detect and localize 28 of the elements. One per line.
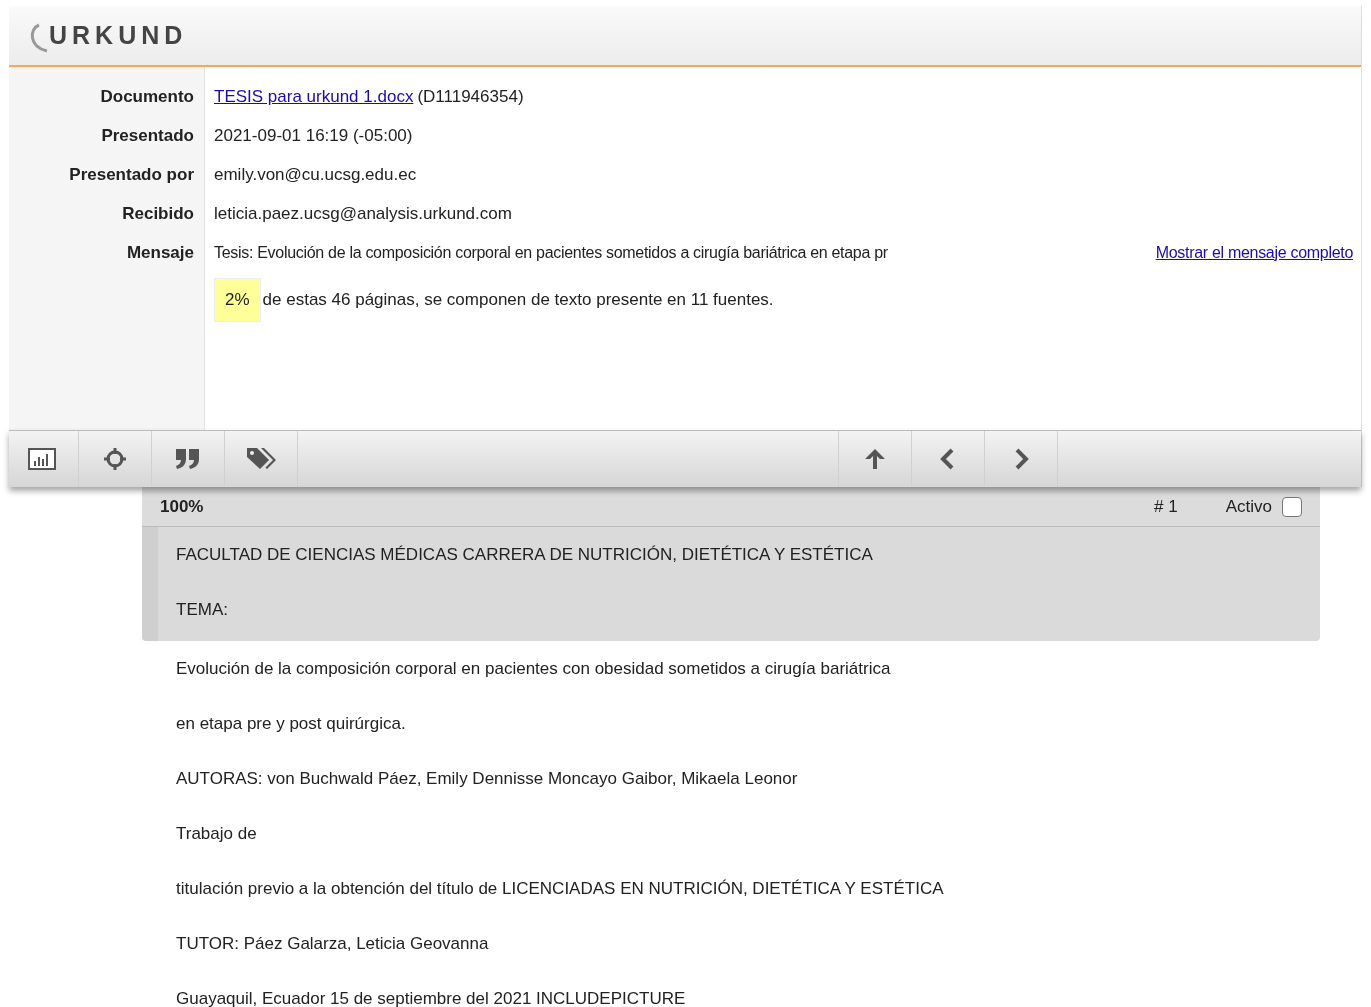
- field-value: emily.von@cu.ucsg.edu.ec: [214, 163, 417, 186]
- document-text: titulación previo a la obtención del título de LICENCIADAS EN NUTRICIÓN, DIETÉTICA Y ESTÉTICA: [176, 877, 944, 900]
- field-label: Documento: [100, 85, 194, 108]
- highlighted-text: TEMA:: [176, 598, 228, 621]
- active-label: Activo: [1225, 495, 1272, 518]
- document-text: Guayaquil, Ecuador 15 de septiembre del 2021 INCLUDEPICTURE: [176, 987, 686, 1007]
- match-number: # 1: [1154, 495, 1178, 518]
- zoom-level: 100%: [160, 495, 204, 518]
- field-value: 2021-09-01 16:19 (-05:00): [214, 124, 413, 147]
- document-link[interactable]: TESIS para urkund 1.docx: [214, 83, 414, 110]
- field-label: Presentado por: [69, 163, 194, 186]
- field-label: Presentado: [101, 124, 194, 147]
- show-message-link[interactable]: Mostrar el mensaje completo: [1155, 240, 1353, 265]
- document-text: Trabajo de: [176, 822, 257, 845]
- field-value: leticia.paez.ucsg@analysis.urkund.com: [214, 202, 512, 225]
- logo-text: URKUND: [49, 22, 188, 48]
- document-text: Evolución de la composición corporal en pacientes con obesidad sometidos a cirugía bariátrica: [176, 657, 891, 680]
- document-text: en etapa pre y post quirúrgica.: [176, 712, 406, 735]
- document-text: TUTOR: Páez Galarza, Leticia Geovanna: [176, 932, 489, 955]
- field-label: Recibido: [122, 202, 194, 225]
- document-id: (D111946354): [417, 85, 524, 108]
- summary-text: de estas 46 páginas, se componen de texto presente en 11 fuentes.: [262, 289, 774, 311]
- field-label: Mensaje: [126, 241, 194, 264]
- message-text: Tesis: Evolución de la composición corporal en pacientes sometidos a cirugía bariátrica en etapa pr: [214, 242, 888, 263]
- percentage-badge: 2%: [214, 278, 261, 322]
- active-checkbox[interactable]: [1282, 496, 1302, 517]
- document-text: AUTORAS: von Buchwald Páez, Emily Dennisse Moncayo Gaibor, Mikaela Leonor: [176, 767, 798, 790]
- highlighted-text: FACULTAD DE CIENCIAS MÉDICAS CARRERA DE NUTRICIÓN, DIETÉTICA Y ESTÉTICA: [176, 543, 873, 566]
